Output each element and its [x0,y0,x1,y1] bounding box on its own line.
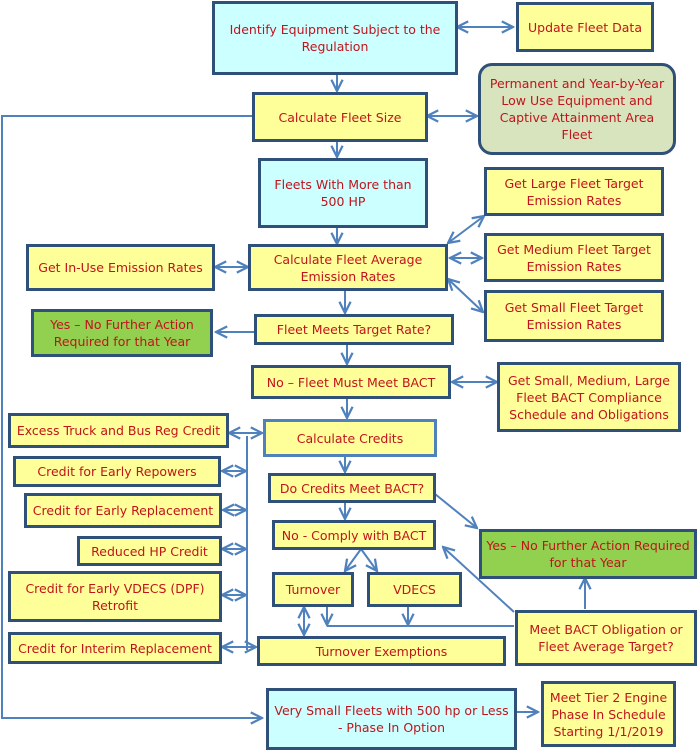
node-label: VDECS [393,582,436,597]
node-label: Excess Truck and Bus Reg Credit [16,423,221,438]
node-label: Get In-Use Emission Rates [38,260,203,275]
node-identify-equipment: Identify Equipment Subject to the Regula… [212,1,458,75]
node-fleets-500hp: Fleets With More than 500 HP [258,158,428,228]
node-label: Very Small Fleets with 500 hp or Less - … [274,703,509,735]
node-low-use-equipment: Permanent and Year-by-Year Low Use Equip… [478,63,676,155]
node-large-fleet-target: Get Large Fleet Target Emission Rates [484,167,664,216]
node-label: Calculate Fleet Size [278,109,402,125]
node-label: Do Credits Meet BACT? [279,480,425,496]
node-label: Credit for Early Repowers [37,464,197,479]
node-label: Get Medium Fleet Target Emission Rates [497,241,651,274]
node-label: Get Small, Medium, Large Fleet BACT Comp… [507,372,670,422]
node-fleet-meets-target: Fleet Meets Target Rate? [254,314,454,345]
node-label: Turnover Exemptions [315,643,448,659]
node-tier2-phase-in: Meet Tier 2 Engine Phase In Schedule Sta… [541,681,676,747]
node-must-meet-bact: No – Fleet Must Meet BACT [251,365,451,399]
node-label: Calculate Fleet Average Emission Rates [273,251,423,284]
node-label: Get Small Fleet Target Emission Rates [504,300,644,332]
node-label: Credit for Interim Replacement [18,640,212,656]
node-label: Reduced HP Credit [91,543,208,559]
node-label: Yes – No Further Action Required for tha… [486,538,690,570]
node-label: Meet BACT Obligation or Fleet Average Ta… [529,622,683,654]
node-label: Credit for Early VDECS (DPF) Retrofit [25,580,205,613]
node-label: Meet Tier 2 Engine Phase In Schedule Sta… [549,689,668,739]
node-label: Turnover [285,582,341,597]
node-early-replacement: Credit for Early Replacement [24,493,222,528]
node-label: Calculate Credits [296,430,404,446]
node-label: No - Comply with BACT [281,527,427,543]
node-turnover-exemptions: Turnover Exemptions [257,636,506,666]
node-calculate-fleet-size: Calculate Fleet Size [252,92,428,142]
node-yes-no-action-1: Yes – No Further Action Required for tha… [31,309,213,357]
node-turnover: Turnover [272,572,354,607]
node-interim-replacement: Credit for Interim Replacement [8,632,222,664]
node-credits-meet-bact: Do Credits Meet BACT? [268,473,436,503]
node-update-fleet-data: Update Fleet Data [516,2,654,52]
node-comply-with-bact: No - Comply with BACT [272,520,436,550]
node-label: Yes – No Further Action Required for tha… [50,317,194,349]
arrow-avg-small [448,279,483,312]
arrow-avg-large [448,216,484,243]
node-meet-bact-obligation: Meet BACT Obligation or Fleet Average Ta… [515,610,697,666]
node-vdecs: VDECS [367,572,462,607]
node-label: Fleet Meets Target Rate? [276,322,432,337]
node-bact-schedule: Get Small, Medium, Large Fleet BACT Comp… [497,362,681,432]
node-early-repowers: Credit for Early Repowers [13,456,221,487]
node-excess-truck-credit: Excess Truck and Bus Reg Credit [8,413,229,448]
node-medium-fleet-target: Get Medium Fleet Target Emission Rates [484,233,664,282]
node-label: Fleets With More than 500 HP [274,177,412,209]
node-in-use-emission-rates: Get In-Use Emission Rates [26,244,215,291]
node-label: Credit for Early Replacement [32,503,214,518]
node-label: Permanent and Year-by-Year Low Use Equip… [489,76,665,142]
node-calculate-fleet-average: Calculate Fleet Average Emission Rates [248,244,448,291]
node-yes-no-action-2: Yes – No Further Action Required for tha… [479,529,697,579]
arrow-comply-turnover [345,548,362,571]
arrow-do-to-yes [434,493,477,528]
node-label: Identify Equipment Subject to the Regula… [229,22,441,54]
node-label: Update Fleet Data [527,19,642,35]
node-small-fleet-target: Get Small Fleet Target Emission Rates [484,290,664,342]
arrow-comply-vdecs [360,548,377,571]
node-calculate-credits: Calculate Credits [263,419,437,457]
node-label: Get Large Fleet Target Emission Rates [504,175,644,208]
node-reduced-hp-credit: Reduced HP Credit [77,536,222,566]
node-very-small-fleets: Very Small Fleets with 500 hp or Less - … [266,688,517,750]
node-label: No – Fleet Must Meet BACT [266,374,436,390]
node-early-vdecs-retrofit: Credit for Early VDECS (DPF) Retrofit [8,571,222,622]
